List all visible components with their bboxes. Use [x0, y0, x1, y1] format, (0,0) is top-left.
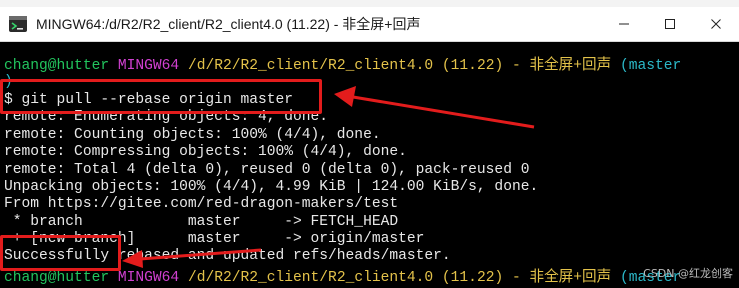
watermark: CSDN @红龙创客: [643, 267, 733, 280]
arrow-to-command: [334, 86, 535, 129]
arrow-to-success: [122, 248, 262, 268]
annotation-arrows: [122, 86, 535, 268]
